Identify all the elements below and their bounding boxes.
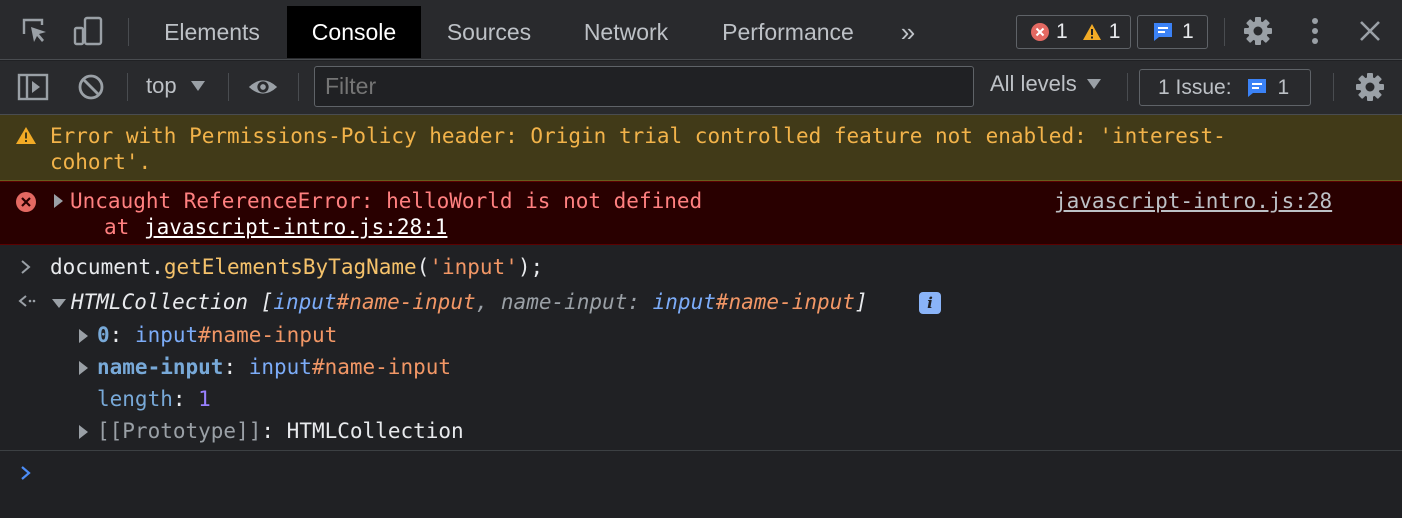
command-argument: 'input' [429, 255, 518, 279]
more-tabs-button[interactable]: » [888, 6, 928, 58]
filter-input[interactable] [314, 66, 974, 107]
close-icon[interactable] [1354, 15, 1386, 47]
issues-label: 1 Issue: [1158, 75, 1232, 99]
divider [1224, 18, 1225, 46]
divider [228, 73, 229, 101]
error-count: 1 [1056, 20, 1068, 43]
prop-id: #name-input [311, 355, 452, 379]
result-prop-length: length: 1 [97, 387, 211, 411]
result-type: HTMLCollection [71, 290, 249, 314]
expand-triangle-icon[interactable] [79, 425, 88, 439]
prop-value: HTMLCollection [286, 419, 464, 443]
error-at-prefix: at [104, 215, 142, 239]
command-object: document [50, 255, 152, 279]
divider [1333, 73, 1334, 101]
clear-console-icon[interactable] [75, 71, 107, 103]
warning-text-line1: Error with Permissions-Policy header: Or… [50, 124, 1226, 148]
context-selector[interactable]: top [146, 73, 205, 99]
prop-tag: input [134, 323, 199, 347]
result-item2-colon: : [627, 290, 653, 314]
more-options-icon[interactable] [1299, 15, 1331, 47]
error-warning-counter[interactable]: 1 1 [1016, 15, 1131, 49]
error-source-link[interactable]: javascript-intro.js:28 [1054, 188, 1332, 214]
prop-id: #name-input [198, 323, 338, 347]
command-open-paren: ( [416, 255, 430, 279]
result-prop-0[interactable]: 0: input#name-input [97, 322, 337, 348]
tab-sources[interactable]: Sources [428, 6, 550, 58]
context-label: top [146, 73, 177, 98]
inspect-element-icon[interactable] [19, 15, 51, 47]
input-chevron-icon [21, 260, 31, 274]
command-dot: . [151, 255, 164, 279]
collapse-triangle-icon[interactable] [52, 299, 66, 308]
command-method: getElementsByTagName [163, 255, 417, 279]
prop-key: length [97, 387, 173, 411]
prompt-chevron-icon [21, 466, 31, 480]
expand-triangle-icon[interactable] [79, 329, 88, 343]
tab-network[interactable]: Network [566, 6, 686, 58]
expand-triangle-icon[interactable] [54, 194, 63, 208]
error-icon [1031, 23, 1049, 41]
result-comma: , [475, 290, 501, 314]
prop-value: 1 [198, 387, 211, 411]
result-item2-key: name-input [500, 290, 628, 314]
console-toolbar: top All levels 1 Issue: 1 [0, 61, 1402, 115]
issues-button[interactable]: 1 Issue: 1 [1139, 69, 1311, 106]
warning-icon [1082, 24, 1101, 40]
result-item2-id: #name-input [715, 290, 855, 314]
divider [127, 73, 128, 101]
message-count: 1 [1182, 20, 1194, 43]
prop-tag: input [248, 355, 312, 379]
console-prompt[interactable] [0, 451, 1402, 518]
dropdown-arrow-icon [190, 81, 205, 91]
divider [298, 73, 299, 101]
expand-triangle-icon[interactable] [79, 361, 88, 375]
dropdown-arrow-icon [1086, 79, 1101, 89]
result-item1-id: #name-input [336, 290, 476, 314]
prop-key: 0 [97, 323, 110, 347]
error-text: Uncaught ReferenceError: helloWorld is n… [70, 189, 703, 213]
result-prop-name-input[interactable]: name-input: input#name-input [97, 354, 451, 380]
error-icon [16, 192, 36, 212]
command-close: ); [517, 255, 544, 279]
settings-gear-icon[interactable] [1242, 15, 1274, 47]
prop-key: [[Prototype]] [97, 419, 262, 443]
message-icon [1154, 23, 1172, 41]
result-prop-prototype[interactable]: [[Prototype]]: HTMLCollection [97, 418, 464, 444]
result-arrow-icon [18, 295, 36, 307]
message-icon [1247, 78, 1266, 97]
show-sidebar-icon[interactable] [17, 71, 49, 103]
levels-label: All levels [990, 71, 1077, 96]
tab-performance[interactable]: Performance [704, 6, 872, 58]
result-bracket-open: [ [248, 290, 274, 314]
console-warning-message: Error with Permissions-Policy header: Or… [0, 115, 1402, 181]
issues-count: 1 [1277, 75, 1290, 99]
devtools-tabbar: Elements Console Sources Network Perform… [0, 0, 1402, 60]
result-item1-tag: input [273, 290, 337, 314]
result-bracket-close: ] [854, 290, 868, 314]
console-error-message: Uncaught ReferenceError: helloWorld is n… [0, 181, 1402, 245]
device-toolbar-icon[interactable] [72, 15, 104, 47]
console-command-entry: document.getElementsByTagName('input'); [0, 252, 1402, 284]
warning-count: 1 [1108, 20, 1121, 43]
messages-counter[interactable]: 1 [1137, 15, 1208, 49]
result-item2-tag: input [652, 290, 716, 314]
warning-text-line2: cohort'. [50, 150, 152, 174]
live-expression-eye-icon[interactable] [247, 71, 279, 103]
info-icon[interactable]: i [919, 292, 941, 314]
divider [128, 18, 129, 46]
console-settings-gear-icon[interactable] [1354, 71, 1386, 103]
command-text: document.getElementsByTagName('input'); [50, 254, 543, 280]
warning-icon [16, 127, 36, 144]
tab-console[interactable]: Console [287, 6, 421, 58]
log-levels-dropdown[interactable]: All levels [990, 71, 1101, 97]
error-stack-link[interactable]: javascript-intro.js:28:1 [144, 214, 447, 240]
tab-elements[interactable]: Elements [146, 6, 278, 58]
divider [1127, 73, 1128, 101]
console-result: HTMLCollection [input#name-input, name-i… [0, 286, 1402, 450]
result-summary[interactable]: HTMLCollection [input#name-input, name-i… [71, 289, 868, 315]
prop-key: name-input [97, 355, 224, 379]
